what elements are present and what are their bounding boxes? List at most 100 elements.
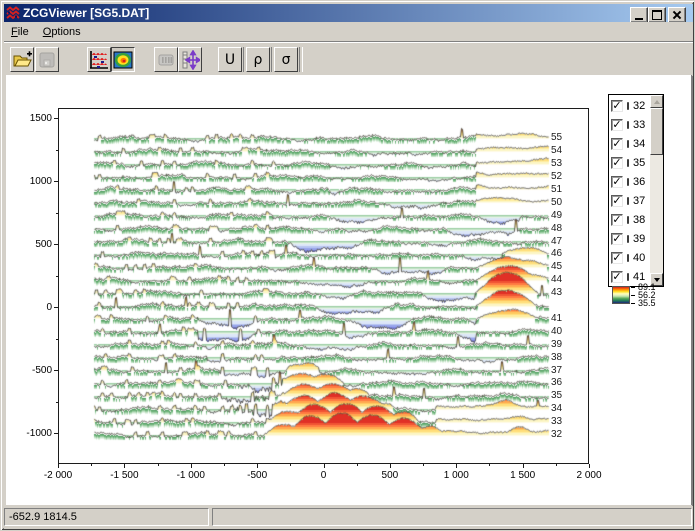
y-axis-tick-label: 500 <box>12 239 52 250</box>
toolbar-separator <box>299 47 303 72</box>
save-button <box>35 47 59 72</box>
trace-checkbox[interactable]: ✓ <box>611 176 623 188</box>
x-axis-minor-tick <box>423 464 424 466</box>
trace-checkbox[interactable]: ✓ <box>611 195 623 207</box>
y-axis-tick <box>54 181 58 182</box>
trace-end-label: 53 <box>551 158 562 169</box>
status-bar: -652.9 1814.5 <box>4 506 693 529</box>
trace-number-label: 37 <box>633 195 645 207</box>
x-axis-minor-tick <box>224 464 225 466</box>
y-axis-tick-label: 1000 <box>12 176 52 187</box>
trace-list-scrollbar[interactable] <box>650 95 663 286</box>
trace-end-label: 38 <box>551 352 562 363</box>
trace-curve-icon <box>627 159 629 167</box>
x-axis-tick <box>523 464 524 468</box>
x-axis-tick-label: 2 000 <box>576 470 601 481</box>
trace-number-label: 36 <box>633 176 645 188</box>
x-axis-minor-tick <box>91 464 92 466</box>
close-icon <box>673 11 681 19</box>
y-axis-minor-tick <box>56 213 58 214</box>
trace-checkbox[interactable]: ✓ <box>611 138 623 150</box>
trace-number-label: 39 <box>633 233 645 245</box>
title-bar: ZCGViewer [SG5.DAT] <box>4 4 693 22</box>
x-axis-minor-tick <box>556 464 557 466</box>
open-folder-plus-icon <box>12 51 32 69</box>
trace-end-label: 52 <box>551 171 562 182</box>
x-axis-minor-tick <box>489 464 490 466</box>
x-axis-minor-tick <box>158 464 159 466</box>
scrollbar-thumb[interactable] <box>650 108 663 155</box>
y-axis-tick <box>54 307 58 308</box>
status-pane-right <box>212 508 692 526</box>
trace-checkbox[interactable]: ✓ <box>611 119 623 131</box>
plot-client-area: -2 000-1 500-1 000-50005001 0001 5002 00… <box>6 75 692 505</box>
menu-bar: FileOptions <box>4 22 693 41</box>
bars-button <box>154 47 178 72</box>
scroll-up-button[interactable] <box>650 95 663 108</box>
x-axis-tick <box>589 464 590 468</box>
trace-end-label: 47 <box>551 236 562 247</box>
wiggle-traces-icon <box>89 50 109 70</box>
color-legend: 89.1 56.2 35.5 <box>612 286 666 312</box>
trace-end-label: 55 <box>551 132 562 143</box>
scale-axes-button[interactable] <box>178 47 202 72</box>
trace-end-label: 54 <box>551 145 562 156</box>
x-axis-tick <box>191 464 192 468</box>
map-view-button[interactable] <box>111 47 135 72</box>
trace-checkbox-panel: ✓32✓33✓34✓35✓36✓37✓38✓39✓40✓41 <box>608 94 664 287</box>
trace-list-item: ✓ 39 <box>611 229 645 248</box>
trace-end-label: 45 <box>551 261 562 272</box>
trace-checkbox[interactable]: ✓ <box>611 157 623 169</box>
legend-tick <box>631 295 635 296</box>
trace-curve-icon <box>627 235 629 243</box>
trace-checkbox[interactable]: ✓ <box>611 271 623 283</box>
trace-list-item: ✓ 36 <box>611 172 645 191</box>
menu-item-file[interactable]: File <box>4 24 36 40</box>
x-axis-tick <box>124 464 125 468</box>
wiggle-view-button[interactable] <box>87 47 111 72</box>
scroll-down-icon <box>654 278 660 282</box>
trace-end-label: 51 <box>551 184 562 195</box>
u-button[interactable]: U <box>218 47 242 72</box>
x-axis-minor-tick <box>357 464 358 466</box>
x-axis-tick-label: 500 <box>382 470 399 481</box>
rho-label: ρ <box>254 52 263 68</box>
trace-end-label: 43 <box>551 287 562 298</box>
trace-curve-icon <box>627 197 629 205</box>
y-axis-minor-tick <box>56 150 58 151</box>
open-button[interactable] <box>10 47 34 72</box>
x-axis-tick-label: -1 000 <box>177 470 205 481</box>
minimize-icon <box>635 18 643 20</box>
app-icon <box>6 6 20 20</box>
trace-list-item: ✓ 37 <box>611 191 645 210</box>
maximize-icon <box>652 10 662 20</box>
x-axis-tick-label: 0 <box>321 470 327 481</box>
rho-button[interactable]: ρ <box>246 47 270 72</box>
maximize-button[interactable] <box>648 7 666 23</box>
trace-end-label: 50 <box>551 197 562 208</box>
trace-checkbox[interactable]: ✓ <box>611 214 623 226</box>
trace-end-label: 46 <box>551 248 562 259</box>
y-axis-tick <box>54 244 58 245</box>
x-axis-tick-label: 1 000 <box>444 470 469 481</box>
trace-curve-icon <box>627 140 629 148</box>
save-icon <box>38 51 56 69</box>
close-button[interactable] <box>668 7 686 23</box>
color-map-icon <box>113 51 133 69</box>
trace-checkbox[interactable]: ✓ <box>611 233 623 245</box>
trace-end-label: 33 <box>551 416 562 427</box>
x-axis-tick <box>390 464 391 468</box>
menu-item-options[interactable]: Options <box>36 24 88 40</box>
sigma-button[interactable]: σ <box>274 47 298 72</box>
trace-number-label: 35 <box>633 157 645 169</box>
move-axes-icon <box>180 50 200 70</box>
minimize-button[interactable] <box>630 7 648 23</box>
x-axis-minor-tick <box>290 464 291 466</box>
trace-checkbox[interactable]: ✓ <box>611 100 623 112</box>
trace-curve-icon <box>627 273 629 281</box>
plot-canvas[interactable] <box>59 109 588 463</box>
trace-checkbox[interactable]: ✓ <box>611 252 623 264</box>
trace-curve-icon <box>627 102 629 110</box>
trace-end-label: 36 <box>551 377 562 388</box>
u-label: U <box>225 52 235 68</box>
